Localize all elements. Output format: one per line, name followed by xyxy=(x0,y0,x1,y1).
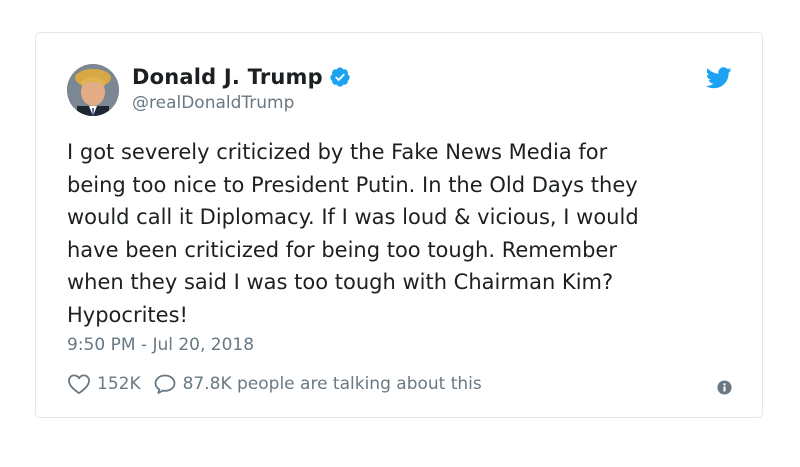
tweet-timestamp[interactable]: 9:50 PM - Jul 20, 2018 xyxy=(67,335,254,355)
tweet-text: I got severely criticized by the Fake Ne… xyxy=(67,140,639,327)
avatar[interactable] xyxy=(67,64,119,116)
likes-count: 152K xyxy=(97,374,141,394)
avatar-image xyxy=(67,64,119,116)
info-icon[interactable] xyxy=(717,380,732,399)
conversation-count: 87.8K people are talking about this xyxy=(182,374,482,394)
author-display-name[interactable]: Donald J. Trump xyxy=(132,65,323,89)
conversation-action[interactable]: 87.8K people are talking about this xyxy=(153,373,482,395)
heart-icon xyxy=(68,374,90,395)
like-action[interactable]: 152K xyxy=(67,373,153,395)
tweet-card: Donald J. Trump @realDonaldTrump I got s… xyxy=(35,32,763,418)
author-name-row: Donald J. Trump xyxy=(132,65,351,89)
speech-bubble-icon xyxy=(154,374,176,394)
tweet-actions: 152K 87.8K people are talking about this xyxy=(67,373,482,395)
twitter-bird-icon[interactable] xyxy=(705,67,732,93)
verified-badge-icon xyxy=(329,66,351,88)
author-handle[interactable]: @realDonaldTrump xyxy=(132,93,294,113)
